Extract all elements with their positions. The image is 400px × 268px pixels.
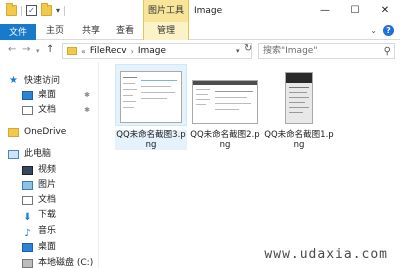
nav-label: 此电脑 [24, 149, 52, 159]
tab-manage[interactable]: 管理 [143, 22, 189, 40]
customize-toolbar-icon[interactable]: ▾ [56, 6, 60, 15]
address-row: ← → ▾ ↑ « FileRecv › Image ▾ ↻ 搜索"Image"… [0, 40, 400, 62]
file-item[interactable]: QQ未命名截图2.png [189, 64, 261, 150]
back-button[interactable]: ← [8, 44, 16, 55]
picture-tools-context-tab: 图片工具 [143, 0, 189, 22]
nav-item-downloads[interactable]: ⬇ 下载 [0, 208, 98, 223]
file-name[interactable]: QQ未命名截图2.png [189, 130, 261, 150]
video-icon [22, 165, 33, 175]
recent-locations-icon[interactable]: ▾ [36, 47, 40, 55]
new-folder-icon[interactable] [41, 3, 52, 16]
nav-item-pictures[interactable]: 图片 [0, 178, 98, 192]
file-item[interactable]: QQ未命名截图3.png [115, 64, 187, 150]
document-icon [22, 195, 33, 205]
quick-access-toolbar: ✓ ▾ [6, 3, 66, 16]
nav-item-desktop[interactable]: 桌面 ✱ [0, 88, 98, 102]
forward-button[interactable]: → [22, 44, 30, 55]
tab-view[interactable]: 查看 [116, 22, 134, 40]
nav-item-desktop-pc[interactable]: 桌面 [0, 240, 98, 254]
search-input[interactable]: 搜索"Image" ⚲ [258, 43, 395, 59]
separator [21, 5, 22, 16]
document-icon [22, 105, 33, 115]
nav-item-videos[interactable]: 视频 [0, 163, 98, 177]
thumbnail-frame [115, 64, 187, 126]
maximize-button[interactable]: ☐ [340, 0, 370, 22]
refresh-icon[interactable]: ↻ [244, 43, 252, 54]
tab-home[interactable]: 主页 [46, 22, 64, 40]
nav-label: 桌面 [38, 90, 57, 100]
nav-quick-access[interactable]: ★ 快速访问 [0, 74, 98, 88]
nav-label: 图片 [38, 180, 57, 190]
chevron-right-icon[interactable]: › [131, 47, 134, 56]
drive-icon [22, 258, 33, 268]
image-thumbnail [192, 80, 258, 124]
nav-label: 音乐 [38, 226, 57, 236]
desktop-icon [22, 90, 33, 100]
watermark: www.udaxia.com [264, 247, 388, 262]
thumbnail-frame [263, 64, 335, 126]
properties-icon[interactable]: ✓ [26, 5, 37, 16]
thumbnail-frame [189, 64, 261, 126]
window-title: Image [194, 6, 223, 16]
download-icon: ⬇ [23, 211, 32, 223]
up-button[interactable]: ↑ [46, 44, 54, 55]
breadcrumb-image[interactable]: Image [138, 46, 166, 56]
file-name[interactable]: QQ未命名截图3.png [115, 130, 187, 150]
file-list: QQ未命名截图3.png QQ未命名截图2.png QQ未命名截图1.png w… [99, 62, 400, 268]
search-icon: ⚲ [383, 46, 391, 57]
folder-icon [67, 47, 77, 55]
expand-ribbon-icon[interactable]: ⌄ [370, 26, 377, 35]
nav-item-documents[interactable]: 文档 ✱ [0, 103, 98, 117]
nav-item-local-disk[interactable]: 本地磁盘 (C:) [0, 256, 98, 268]
file-item[interactable]: QQ未命名截图1.png [263, 64, 335, 150]
breadcrumb-filerecv[interactable]: FileRecv [90, 46, 127, 56]
star-icon: ★ [9, 75, 18, 86]
music-icon: ♪ [24, 227, 31, 239]
nav-label: 桌面 [38, 242, 57, 252]
onedrive-folder-icon [8, 127, 19, 137]
nav-label: 视频 [38, 165, 57, 175]
pin-icon[interactable]: ✱ [84, 88, 90, 102]
desktop-icon [22, 242, 33, 252]
pin-icon[interactable]: ✱ [84, 103, 90, 117]
navigation-pane: ★ 快速访问 桌面 ✱ 文档 ✱ OneDrive 此电脑 视频 图片 文档 ⬇… [0, 62, 98, 268]
nav-label: 下载 [38, 210, 57, 220]
image-thumbnail [285, 72, 313, 124]
search-placeholder: 搜索"Image" [263, 46, 318, 56]
ribbon-tabs: 文件 主页 共享 查看 管理 ⌄ ? [0, 22, 400, 42]
nav-label: 本地磁盘 (C:) [38, 258, 94, 268]
file-name[interactable]: QQ未命名截图1.png [263, 130, 335, 150]
nav-label: 文档 [38, 105, 57, 115]
help-icon[interactable]: ? [383, 25, 394, 36]
address-dropdown-icon[interactable]: ▾ [236, 47, 240, 55]
nav-label: 文档 [38, 195, 57, 205]
minimize-button[interactable]: — [310, 0, 340, 22]
nav-label: 快速访问 [24, 76, 61, 86]
overflow-crumb[interactable]: « [81, 47, 86, 56]
close-button[interactable]: ✕ [370, 0, 400, 22]
separator [64, 5, 66, 16]
tab-share[interactable]: 共享 [82, 22, 100, 40]
nav-onedrive[interactable]: OneDrive [0, 125, 98, 139]
nav-item-documents-pc[interactable]: 文档 [0, 193, 98, 207]
nav-label: OneDrive [24, 127, 67, 137]
title-bar: ✓ ▾ 图片工具 Image — ☐ ✕ [0, 0, 400, 22]
folder-icon [6, 3, 17, 16]
nav-item-music[interactable]: ♪ 音乐 [0, 224, 98, 239]
address-bar[interactable]: « FileRecv › Image [62, 43, 252, 59]
picture-icon [22, 180, 33, 190]
nav-this-pc[interactable]: 此电脑 [0, 147, 98, 161]
image-thumbnail [120, 71, 182, 123]
computer-icon [8, 149, 19, 159]
